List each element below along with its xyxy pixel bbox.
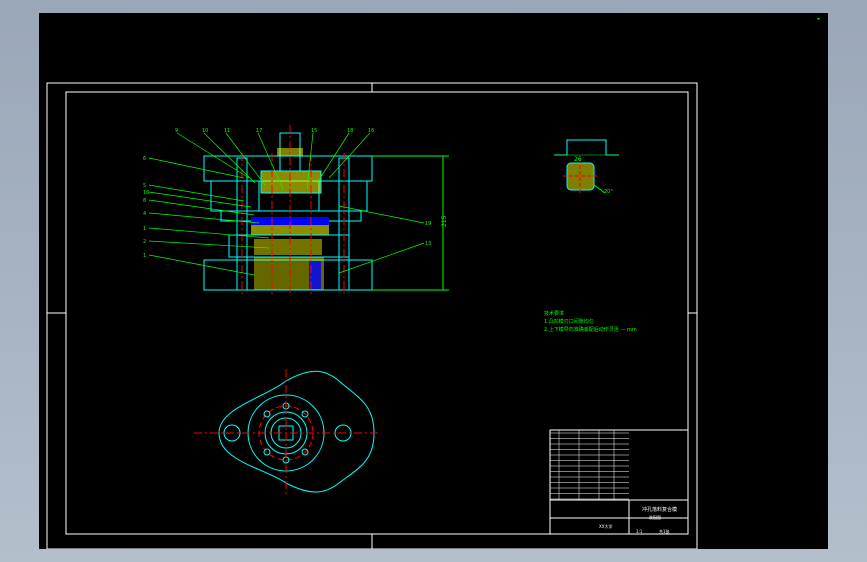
right-callouts: 1913 (338, 205, 431, 274)
part-angle-dim: 20° (604, 189, 613, 195)
callout-label: 11 (224, 128, 230, 134)
sheet-count: 共1张 (659, 528, 670, 534)
sheet-border (46, 82, 698, 549)
cad-viewport[interactable]: 215 9 10 11 17 15 18 16 6 5 16 8 4 1 2 1 19 13 26 20° … (39, 13, 828, 549)
callout-leader (338, 242, 425, 274)
callout-leader (148, 240, 270, 249)
callout-label: 5 (143, 183, 146, 189)
callout-label: 6 (143, 156, 146, 162)
plan-view (194, 369, 379, 497)
callout-label: 15 (311, 128, 317, 134)
callout-label: 13 (425, 241, 431, 247)
callout-label: 19 (425, 221, 431, 227)
guide-bush-left (210, 180, 260, 212)
drawing-title: 冲孔落料复合模 (642, 506, 677, 513)
note-line-3: 2.上下模导向准确装配后动作灵活 — mm (544, 326, 637, 333)
callout-label: 17 (256, 128, 262, 134)
upper-punch-holder (261, 171, 321, 193)
callout-label: 9 (175, 128, 178, 134)
callout-label: 4 (143, 211, 146, 217)
note-line-2: 1.凸凹模刃口间隙均匀 (544, 318, 594, 325)
callout-label: 1 (143, 226, 146, 232)
part-profile (554, 139, 619, 156)
school-name: XX大学 (599, 523, 612, 529)
callout-label: 1 (143, 253, 146, 259)
drawing-sheet: 215 9 10 11 17 15 18 16 651684121 1913 26 20° … (46, 16, 820, 549)
part-width-dim: 26 (574, 156, 582, 163)
callout-leader (148, 157, 245, 179)
callout-leader (148, 199, 255, 216)
callout-leader (148, 254, 255, 276)
callout-leader (338, 205, 425, 224)
callout-leader (225, 132, 266, 186)
section-view: 215 9 10 11 17 15 18 16 651684121 1913 (143, 125, 449, 296)
scale-text: 1:1 (636, 529, 643, 534)
callout-leader (148, 184, 245, 202)
callout-label: 8 (143, 198, 146, 204)
callout-label: 16 (143, 190, 149, 196)
callout-label: 16 (368, 128, 374, 134)
callout-label: 10 (202, 128, 208, 134)
technical-notes: 技术要求 1.凸凹模刃口间隙均匀 2.上下模导向准确装配后动作灵活 — mm (544, 310, 637, 333)
parts-list (550, 430, 629, 500)
drawing-subtitle: 装配图 (649, 514, 661, 520)
callout-label: 2 (143, 239, 146, 245)
title-block: 冲孔落料复合模 装配图 XX大学 1:1 共1张 (549, 429, 689, 535)
drawing-frame (65, 91, 689, 535)
part-sketch: 26 20° (554, 139, 619, 195)
height-dimension-text: 215 (441, 215, 448, 227)
viewport-marker[interactable]: ◂ (817, 16, 820, 22)
note-line-1: 技术要求 (544, 310, 564, 317)
callout-label: 18 (347, 128, 353, 134)
